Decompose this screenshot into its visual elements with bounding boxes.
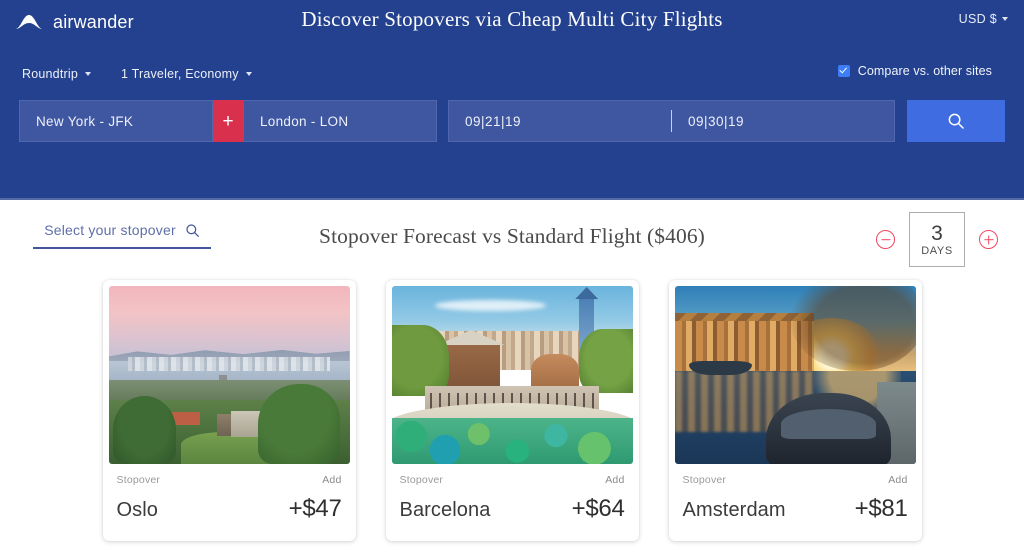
trip-options-row: Roundtrip 1 Traveler, Economy Compare vs… [0, 63, 1024, 85]
destination-value: London - LON [260, 113, 349, 129]
stopover-label: Stopover [116, 474, 161, 486]
currency-selector[interactable]: USD $ [959, 12, 1008, 26]
oslo-photo [108, 286, 350, 464]
amsterdam-photo [674, 286, 916, 464]
add-city-button[interactable]: + [213, 100, 243, 142]
return-date-value: 09|30|19 [688, 113, 745, 129]
city-price: +$81 [854, 495, 908, 522]
days-stepper: 3 DAYS [876, 212, 998, 267]
currency-label: USD $ [958, 12, 997, 26]
compare-label: Compare vs. other sites [857, 64, 992, 78]
barcelona-photo [391, 286, 633, 464]
chevron-down-icon [245, 72, 252, 76]
chevron-down-icon [1002, 17, 1008, 21]
flight-search-form: New York - JFK + London - LON 09|21|19 0… [19, 100, 1005, 142]
city-price: +$64 [571, 495, 625, 522]
depart-date-value: 09|21|19 [465, 113, 522, 129]
trip-type-selector[interactable]: Roundtrip [22, 67, 91, 81]
city-name: Amsterdam [682, 499, 786, 521]
barcelona-card-meta: Stopover Add [400, 474, 625, 486]
add-stopover-button[interactable]: Add [605, 474, 624, 486]
days-value-box: 3 DAYS [909, 212, 965, 267]
amsterdam-card-meta: Stopover Add [683, 474, 908, 486]
date-range-input: 09|21|19 09|30|19 [448, 100, 895, 142]
site-header: airwander Discover Stopovers via Cheap M… [0, 0, 1024, 200]
search-icon [948, 113, 964, 129]
search-button[interactable] [907, 100, 1005, 142]
stopover-label: Stopover [399, 474, 444, 486]
barcelona-card-main: Barcelona +$64 [400, 495, 625, 523]
stopover-card-oslo[interactable]: Stopover Add Oslo +$47 [102, 280, 356, 541]
add-stopover-button[interactable]: Add [888, 474, 907, 486]
barcelona-card-body: Stopover Add Barcelona +$64 [392, 464, 633, 541]
chevron-down-icon [85, 72, 91, 76]
stopover-label: Stopover [682, 474, 727, 486]
forecast-heading: Stopover Forecast vs Standard Flight ($4… [319, 224, 705, 248]
city-name: Barcelona [399, 499, 491, 521]
amsterdam-card-body: Stopover Add Amsterdam +$81 [675, 464, 916, 541]
results-toolbar: Select your stopover Stopover Forecast v… [0, 200, 1024, 278]
main-content: Select your stopover Stopover Forecast v… [0, 200, 1024, 560]
trip-type-label: Roundtrip [22, 67, 78, 81]
compare-checkbox[interactable] [837, 65, 850, 77]
stopover-card-list: Stopover Add Oslo +$47 Stopover Add Barc… [0, 278, 1024, 541]
stopover-card-barcelona[interactable]: Stopover Add Barcelona +$64 [385, 280, 639, 541]
travelers-selector[interactable]: 1 Traveler, Economy [121, 67, 252, 81]
page-title: Discover Stopovers via Cheap Multi City … [301, 7, 723, 31]
destination-input[interactable]: London - LON [243, 100, 437, 142]
depart-date-input[interactable]: 09|21|19 [449, 101, 671, 141]
add-stopover-button[interactable]: Add [322, 474, 341, 486]
city-price: +$47 [288, 495, 342, 522]
days-count: 3 [931, 221, 943, 245]
origin-value: New York - JFK [36, 113, 134, 129]
increase-days-button[interactable] [979, 230, 998, 249]
travelers-label: 1 Traveler, Economy [121, 67, 239, 81]
origin-input[interactable]: New York - JFK [19, 100, 213, 142]
oslo-card-meta: Stopover Add [117, 474, 342, 486]
return-date-input[interactable]: 09|30|19 [672, 101, 894, 141]
header-topbar: airwander Discover Stopovers via Cheap M… [0, 0, 1024, 44]
compare-sites-toggle[interactable]: Compare vs. other sites [837, 64, 992, 78]
amsterdam-card-main: Amsterdam +$81 [683, 495, 908, 523]
city-name: Oslo [116, 499, 159, 521]
decrease-days-button[interactable] [876, 230, 895, 249]
days-unit-label: DAYS [921, 244, 953, 257]
stopover-card-amsterdam[interactable]: Stopover Add Amsterdam +$81 [668, 280, 922, 541]
oslo-card-body: Stopover Add Oslo +$47 [109, 464, 350, 541]
oslo-card-main: Oslo +$47 [117, 495, 342, 523]
